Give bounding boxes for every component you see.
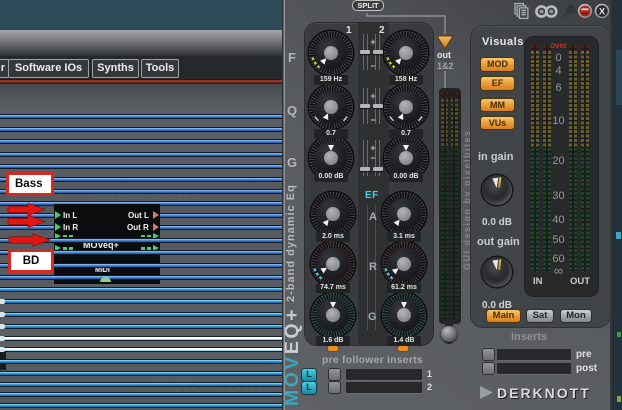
svg-text:X: X bbox=[599, 6, 606, 17]
